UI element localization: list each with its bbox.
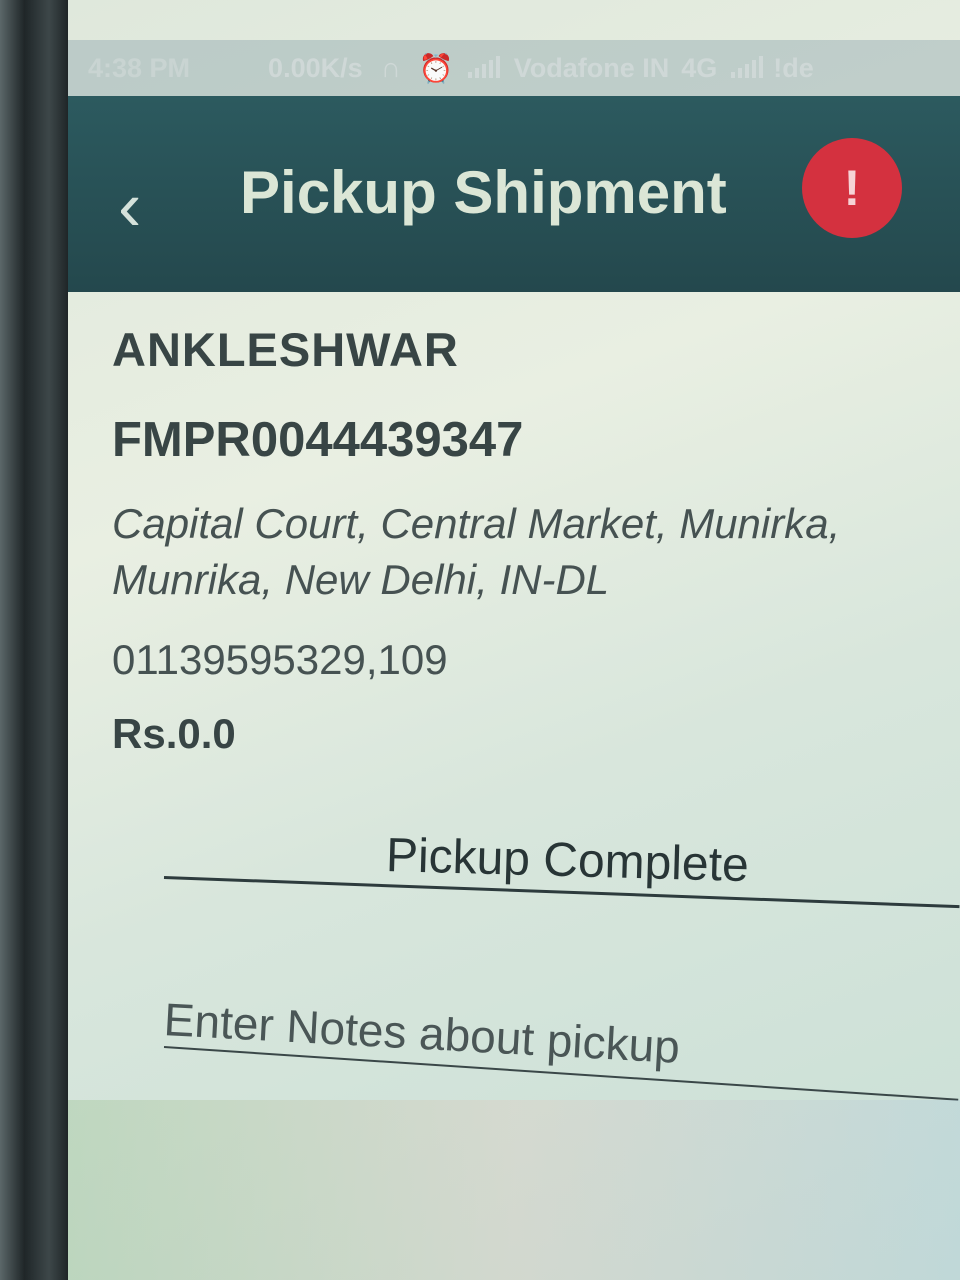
phone-bezel [0,0,70,1280]
alarm-clock-icon: ⏰ [418,52,454,84]
status-bar: 4:38 PM 0.00K/s ∩ ⏰ Vodafone IN 4G !de [68,40,960,96]
status-network-type: 4G [681,52,718,83]
pickup-status-select[interactable]: Pickup Complete [163,818,960,914]
phone-device: 4:38 PM 0.00K/s ∩ ⏰ Vodafone IN 4G !de ‹… [0,0,960,1280]
status-carrier: Vodafone IN [513,52,670,83]
company-name: ANKLESHWAR [112,323,459,376]
pickup-address: Capital Court, Central Market, Munirka, … [112,496,952,608]
amount-value: Rs.0.0 [112,710,236,757]
exclamation-icon: ! [843,160,861,216]
status-network-speed: 0.00K/s [268,52,363,83]
address-line-1: Capital Court, Central Market, Munirka, [112,500,841,547]
contact-phone: 01139595329,109 [112,636,448,683]
headphones-icon: ∩ [380,52,401,83]
back-button[interactable]: ‹ [118,166,178,246]
screen-glare [68,1100,960,1280]
pickup-id: FMPR0044439347 [112,413,524,467]
signal-strength-icon-2 [731,56,764,78]
signal-strength-icon [467,56,500,78]
app-screen: 4:38 PM 0.00K/s ∩ ⏰ Vodafone IN 4G !de ‹… [68,0,960,1280]
page-title: Pickup Shipment [240,159,727,226]
address-line-2: Munrika, New Delhi, IN-DL [112,556,610,603]
notes-field-container [162,984,960,1101]
chevron-left-icon: ‹ [118,167,142,245]
pickup-notes-input[interactable] [162,984,960,1097]
status-carrier-2: !de [773,52,814,83]
alert-button[interactable]: ! [802,138,902,238]
app-bar: ‹ Pickup Shipment ! [68,96,960,292]
pickup-status-value: Pickup Complete [385,829,750,893]
status-time: 4:38 PM [88,52,191,83]
